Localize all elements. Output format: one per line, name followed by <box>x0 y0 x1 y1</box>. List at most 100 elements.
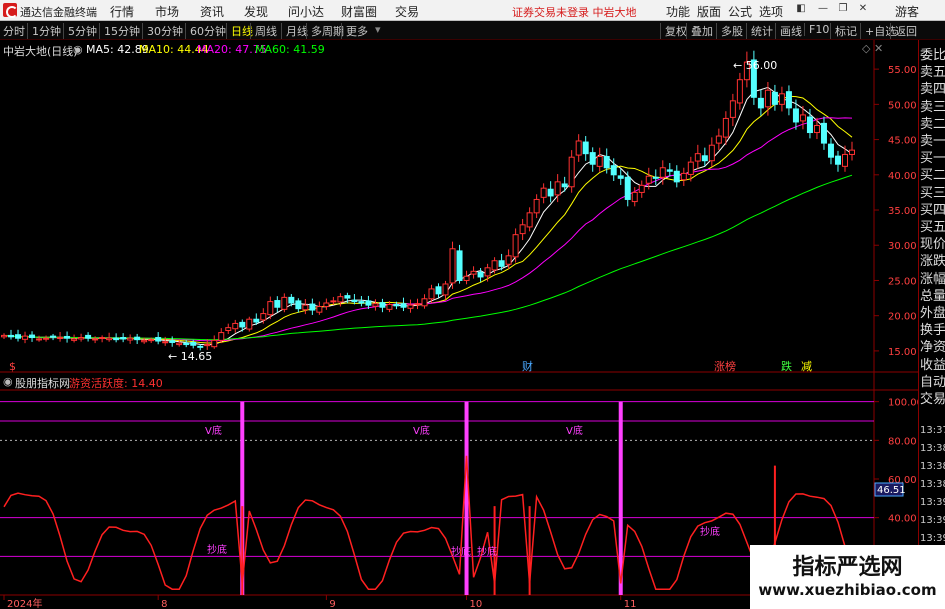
period-15min[interactable]: 15分钟 <box>99 23 140 39</box>
candle-body <box>792 108 799 123</box>
stock-label[interactable]: 中岩大地(日线) <box>3 43 78 59</box>
event-die[interactable]: 跌 <box>781 359 792 373</box>
event-dollar[interactable]: $ <box>9 360 16 373</box>
side-item[interactable]: 涨跌 <box>920 250 945 269</box>
candle-body <box>771 91 778 105</box>
watermark-title: 指标严选网 <box>792 555 903 580</box>
tool-biaoji[interactable]: 标记 <box>830 23 857 39</box>
menu-hangqing[interactable]: 行情 <box>110 3 134 20</box>
side-item[interactable]: 自动 <box>920 371 945 390</box>
side-item[interactable]: 买二 <box>920 164 945 183</box>
candle-body <box>561 183 568 188</box>
settings-icon[interactable]: ◉ <box>73 43 83 56</box>
restore-icon[interactable]: ❐ <box>838 4 848 14</box>
tool-diejia[interactable]: 叠加 <box>686 23 713 39</box>
side-item[interactable]: 总量 <box>920 285 945 304</box>
low-marker: ← 14.65 <box>168 350 212 363</box>
menu-caifuquan[interactable]: 财富圈 <box>341 3 377 20</box>
main-y-axis: 55.00 50.00 45.00 40.00 35.00 30.00 25.00 20.00… <box>874 65 917 358</box>
tool-tongji[interactable]: 统计 <box>746 23 773 39</box>
candle-body <box>22 335 29 340</box>
period-5min[interactable]: 5分钟 <box>63 23 97 39</box>
menu-shichang[interactable]: 市场 <box>155 3 179 20</box>
x-tick-label: 11 <box>624 599 637 609</box>
candle-body <box>435 286 442 295</box>
skin-icon[interactable]: ◧ <box>796 4 806 14</box>
candle-body <box>589 152 596 165</box>
tool-duogu[interactable]: 多股 <box>716 23 743 39</box>
side-item[interactable]: 换手 <box>920 319 945 338</box>
period-fenshi[interactable]: 分时 <box>3 23 25 39</box>
side-item[interactable]: 买五 <box>920 216 945 235</box>
sub-settings-icon[interactable]: ◉ <box>3 375 13 388</box>
period-30min[interactable]: 30分钟 <box>142 23 183 39</box>
side-item[interactable]: 委比 <box>920 44 945 63</box>
candle-body <box>288 296 295 304</box>
side-item[interactable]: 外盘 <box>920 302 945 321</box>
tool-huaxian[interactable]: 画线 <box>775 23 802 39</box>
kline-chart-area[interactable]: 55.00 50.00 45.00 40.00 35.00 30.00 25.00 20.00… <box>0 40 918 609</box>
menu-jiaoyi[interactable]: 交易 <box>395 3 419 20</box>
period-weekly[interactable]: 周线 <box>250 23 277 39</box>
expand-icon[interactable]: ◇ ✕ <box>862 42 883 55</box>
candle-body <box>708 144 715 162</box>
candle-body <box>204 344 211 347</box>
menu-banmian[interactable]: 版面 <box>697 3 721 20</box>
period-daily[interactable]: 日线 <box>226 23 253 39</box>
candle-body <box>260 313 267 321</box>
candle-body <box>849 149 855 155</box>
menu-gongshi[interactable]: 公式 <box>728 3 752 20</box>
period-monthly[interactable]: 月线 <box>281 23 308 39</box>
candle-body <box>820 122 827 144</box>
menu-wenxiaoda[interactable]: 问小达 <box>288 3 324 20</box>
candle-body <box>169 340 176 343</box>
candle-body <box>547 188 554 197</box>
more-dropdown-icon[interactable]: ▾ <box>375 23 381 36</box>
menu-faxian[interactable]: 发现 <box>244 3 268 20</box>
side-item[interactable]: 买四 <box>920 199 945 218</box>
sub-title[interactable]: 股朋指标网 <box>15 375 70 391</box>
chaodi-label: 抄底 <box>477 545 497 558</box>
candle-body <box>246 318 253 330</box>
candle-body <box>281 296 288 310</box>
menu-zixun[interactable]: 资讯 <box>200 3 224 20</box>
period-multi[interactable]: 多周期 <box>306 23 344 39</box>
menu-gongneng[interactable]: 功能 <box>666 3 690 20</box>
side-item[interactable]: 收益 <box>920 354 945 373</box>
candle-body <box>827 143 834 158</box>
sub-y-axis: 100.0080.0060.0040.00 <box>874 398 918 525</box>
side-item[interactable]: 买三 <box>920 182 945 201</box>
event-cai[interactable]: 财 <box>522 359 533 373</box>
side-item[interactable]: 卖一 <box>920 130 945 149</box>
side-item[interactable]: 净资 <box>920 336 945 355</box>
side-item[interactable]: 卖四 <box>920 78 945 97</box>
side-item[interactable]: 卖三 <box>920 96 945 115</box>
side-item[interactable]: 卖二 <box>920 113 945 132</box>
candle-body <box>386 303 393 310</box>
period-1min[interactable]: 1分钟 <box>27 23 61 39</box>
tool-fanhui[interactable]: 返回 <box>890 23 917 39</box>
candle-body <box>421 298 428 307</box>
side-item[interactable]: 买一 <box>920 147 945 166</box>
period-60min[interactable]: 60分钟 <box>185 23 226 39</box>
sub-y-tick-label: 80.00 <box>888 436 917 447</box>
event-zhangbang[interactable]: 涨榜 <box>714 359 736 373</box>
menu-xuanxiang[interactable]: 选项 <box>759 3 783 20</box>
tool-f10[interactable]: F10 <box>804 23 829 36</box>
side-item[interactable]: 卖五 <box>920 61 945 80</box>
side-item[interactable]: 交易 <box>920 388 945 407</box>
side-item[interactable]: 涨幅 <box>920 268 945 287</box>
candle-body <box>239 321 246 328</box>
side-item[interactable]: 现价 <box>920 233 945 252</box>
minimize-icon[interactable]: — <box>818 4 828 14</box>
side-time: 13:39 <box>920 497 945 508</box>
candle-body <box>232 322 239 330</box>
period-more[interactable]: 更多 <box>341 23 368 39</box>
y-tick-label: 50.00 <box>888 100 917 111</box>
menu-youke[interactable]: 游客 <box>895 3 919 20</box>
close-icon[interactable]: ✕ <box>858 4 868 14</box>
event-jian[interactable]: 减 <box>801 360 812 373</box>
login-notice[interactable]: 证券交易未登录 中岩大地 <box>512 4 637 20</box>
tool-fuquan[interactable]: 复权 <box>660 23 687 39</box>
candle-body <box>407 304 414 309</box>
